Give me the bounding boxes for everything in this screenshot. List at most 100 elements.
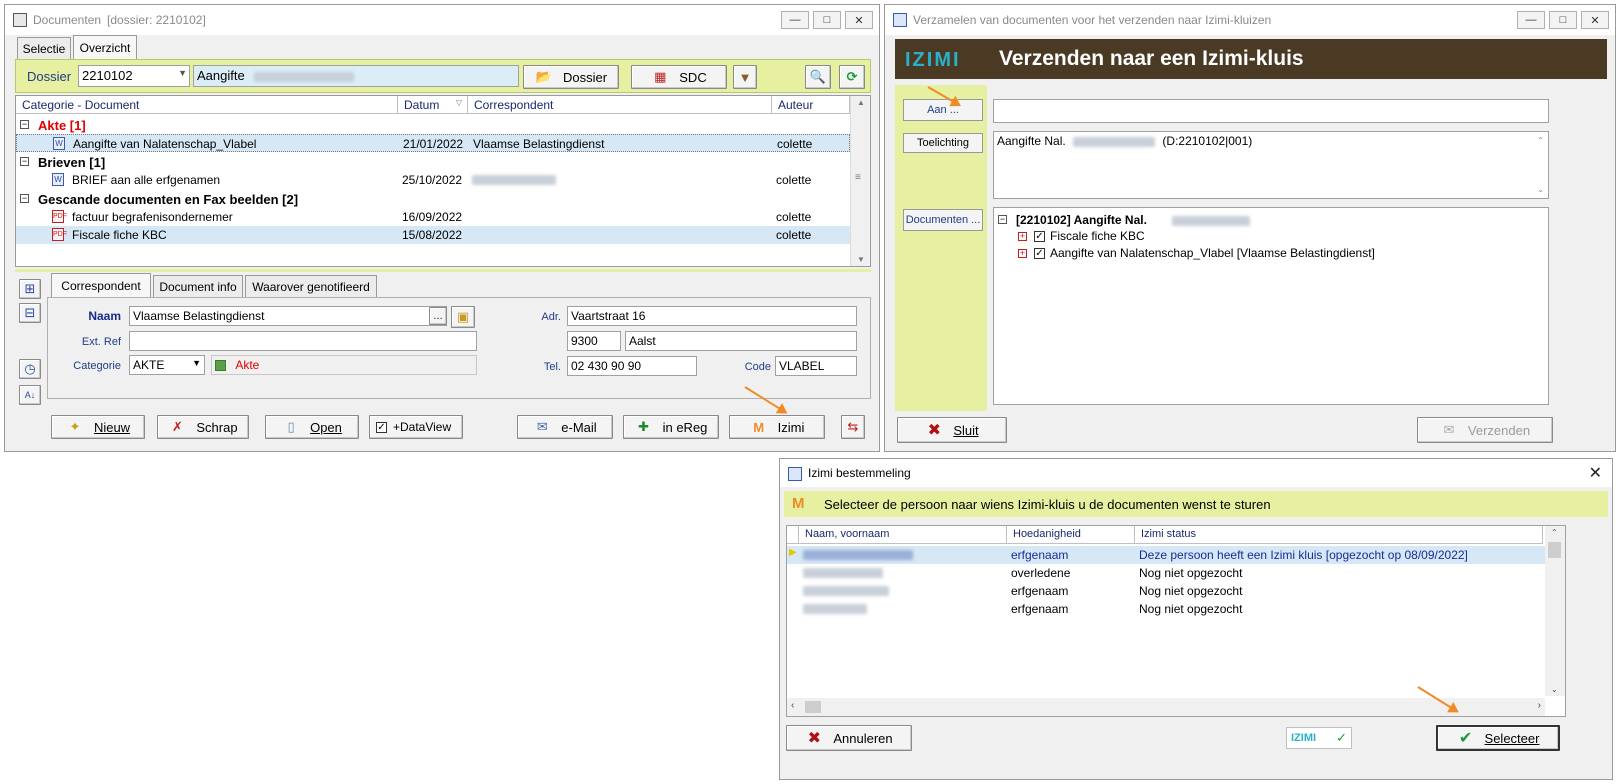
tree-group-row[interactable]: − Gescande documenten en Fax beelden [2] <box>16 190 850 208</box>
tab-overzicht[interactable]: Overzicht <box>73 35 137 59</box>
column-header-correspondent[interactable]: Correspondent <box>468 96 772 114</box>
table-row[interactable]: ▶ erfgenaam Deze persoon heeft een Izimi… <box>787 546 1545 564</box>
redacted-name <box>1073 136 1156 147</box>
nieuw-button[interactable]: ✦ Nieuw <box>51 415 145 439</box>
window-icon <box>13 13 27 27</box>
dialog-titlebar: Izimi bestemmeling <box>780 459 1612 487</box>
contact-card-button[interactable]: ▣ <box>451 306 475 328</box>
chevron-down-icon[interactable]: ▼ <box>178 68 187 78</box>
column-header-hoedanigheid[interactable]: Hoedanigheid <box>1007 526 1135 544</box>
collapse-icon[interactable]: − <box>20 194 29 203</box>
tab-document-info[interactable]: Document info <box>153 275 243 297</box>
check-icon: ✔ <box>1458 730 1473 747</box>
close-x-icon: ✖ <box>927 422 942 439</box>
tree-group-row[interactable]: − Brieven [1] <box>16 153 850 171</box>
table-row[interactable]: overledene Nog niet opgezocht <box>787 564 1545 582</box>
verzenden-button[interactable]: ✉ Verzenden <box>1417 417 1553 443</box>
close-icon[interactable]: ✕ <box>845 11 873 29</box>
adr-label: Adr. <box>541 311 561 323</box>
export-button[interactable]: ⇆ <box>841 415 865 439</box>
dataview-toggle[interactable]: ✓ +DataView <box>369 415 463 439</box>
adr-field[interactable]: Vaartstraat 16 <box>567 306 857 326</box>
selecteer-button[interactable]: ✔ Selecteer <box>1436 725 1560 751</box>
table-row[interactable]: W Aangifte van Nalatenschap_Vlabel 21/01… <box>16 134 850 152</box>
sort-az-button[interactable]: A↓ <box>19 385 41 405</box>
categorie-select[interactable]: AKTE ▼ <box>129 355 205 375</box>
table-row[interactable]: erfgenaam Nog niet opgezocht <box>787 582 1545 600</box>
table-row[interactable]: PDF Fiscale fiche KBC 15/08/2022 colette <box>16 226 850 244</box>
email-button[interactable]: ✉ e-Mail <box>517 415 613 439</box>
maximize-icon[interactable]: □ <box>813 11 841 29</box>
maximize-icon[interactable]: □ <box>1549 11 1577 29</box>
aan-field[interactable] <box>993 99 1549 123</box>
column-header-naam[interactable]: Naam, voornaam <box>799 526 1007 544</box>
categorie-label: Categorie <box>73 360 121 372</box>
minimize-icon[interactable]: — <box>1517 11 1545 29</box>
column-header-izimi-status[interactable]: Izimi status <box>1135 526 1543 544</box>
row-status: Deze persoon heeft een Izimi kluis [opge… <box>1139 548 1468 562</box>
refresh-button[interactable]: ⟳ <box>839 65 865 89</box>
extref-field[interactable] <box>129 331 477 351</box>
ereg-button[interactable]: ✚ in eReg <box>623 415 719 439</box>
naam-field[interactable]: Vlaamse Belastingdienst <box>129 306 447 326</box>
naam-lookup-button[interactable]: … <box>429 307 447 325</box>
minimize-icon[interactable]: — <box>781 11 809 29</box>
row-status: Nog niet opgezocht <box>1139 602 1243 616</box>
aan-button[interactable]: Aan ... <box>903 99 983 121</box>
table-row[interactable]: W BRIEF aan alle erfgenamen 25/10/2022 c… <box>16 171 850 189</box>
column-header-auteur[interactable]: Auteur <box>772 96 850 114</box>
collapse-icon[interactable]: − <box>20 120 29 129</box>
redacted-name <box>803 550 913 560</box>
sdc-button[interactable]: ▦ SDC <box>631 65 727 89</box>
tab-correspondent[interactable]: Correspondent <box>51 273 151 297</box>
scroll-down-icon[interactable]: ⌄ <box>1537 185 1544 194</box>
close-icon[interactable]: ✕ <box>1581 11 1609 29</box>
schrap-button[interactable]: ✗ Schrap <box>157 415 249 439</box>
tab-waarover-genotifieerd[interactable]: Waarover genotifieerd <box>245 275 377 297</box>
code-label: Code <box>744 361 771 373</box>
column-header-categorie[interactable]: Categorie - Document <box>16 96 398 114</box>
dossier-select[interactable]: 2210102 ▼ <box>78 65 190 87</box>
chevron-down-icon[interactable]: ▼ <box>192 358 201 368</box>
sort-az-icon: A↓ <box>24 390 36 400</box>
ereg-add-icon: ✚ <box>638 419 650 434</box>
code-field[interactable]: VLABEL <box>775 356 857 376</box>
email-icon: ✉ <box>536 419 548 434</box>
table-row[interactable]: PDF factuur begrafenisondernemer 16/09/2… <box>16 208 850 226</box>
splitter[interactable] <box>15 269 871 272</box>
tel-field[interactable]: 02 430 90 90 <box>567 356 697 376</box>
tree-group-row[interactable]: − Akte [1] <box>16 116 850 134</box>
close-icon[interactable]: ✕ <box>1589 463 1602 483</box>
open-button[interactable]: ▯ Open <box>265 415 359 439</box>
izimi-button[interactable]: M Izimi <box>729 415 825 439</box>
collapse-all-button[interactable]: ⊟ <box>19 303 41 323</box>
vertical-scrollbar[interactable]: ⌃ ⌄ <box>1545 526 1565 696</box>
izimi-bestemmeling-dialog: Izimi bestemmeling ✕ M Selecteer de pers… <box>779 458 1613 780</box>
sort-date-button[interactable]: ◷ <box>19 359 41 379</box>
scroll-up-icon[interactable]: ⌃ <box>1537 136 1544 145</box>
table-row[interactable]: erfgenaam Nog niet opgezocht <box>787 600 1545 618</box>
collapse-icon[interactable]: − <box>998 215 1007 224</box>
expand-icon[interactable]: + <box>1018 249 1027 258</box>
dossier-button[interactable]: 📂 Dossier <box>523 65 619 89</box>
annuleren-button-label: Annuleren <box>833 730 893 746</box>
tab-selectie[interactable]: Selectie <box>17 37 71 59</box>
postcode-field[interactable]: 9300 <box>567 331 621 351</box>
toelichting-field[interactable]: Aangifte Nal. (D:2210102|001) ⌃ ⌄ <box>993 131 1549 199</box>
city-field[interactable]: Aalst <box>625 331 857 351</box>
expand-all-button[interactable]: ⊞ <box>19 279 41 299</box>
annuleren-button[interactable]: ✖ Annuleren <box>786 725 912 751</box>
stamp-button[interactable]: ▼ <box>733 65 757 89</box>
column-header-datum[interactable]: Datum ▽ <box>398 96 468 114</box>
documenten-button[interactable]: Documenten ... <box>903 209 983 231</box>
sluit-button[interactable]: ✖ Sluit <box>897 417 1007 443</box>
collapse-tree-icon: ⊟ <box>24 305 36 320</box>
dataview-checkbox-icon[interactable]: ✓ <box>376 421 387 433</box>
horizontal-scrollbar[interactable]: ‹ › <box>787 698 1545 716</box>
vertical-scrollbar[interactable]: ▲ ≡ ▼ <box>850 96 870 266</box>
search-button[interactable]: 🔍 <box>805 65 831 89</box>
tree-checkbox[interactable]: ✓ <box>1034 231 1045 242</box>
collapse-icon[interactable]: − <box>20 157 29 166</box>
tree-checkbox[interactable]: ✓ <box>1034 248 1045 259</box>
expand-icon[interactable]: + <box>1018 232 1027 241</box>
